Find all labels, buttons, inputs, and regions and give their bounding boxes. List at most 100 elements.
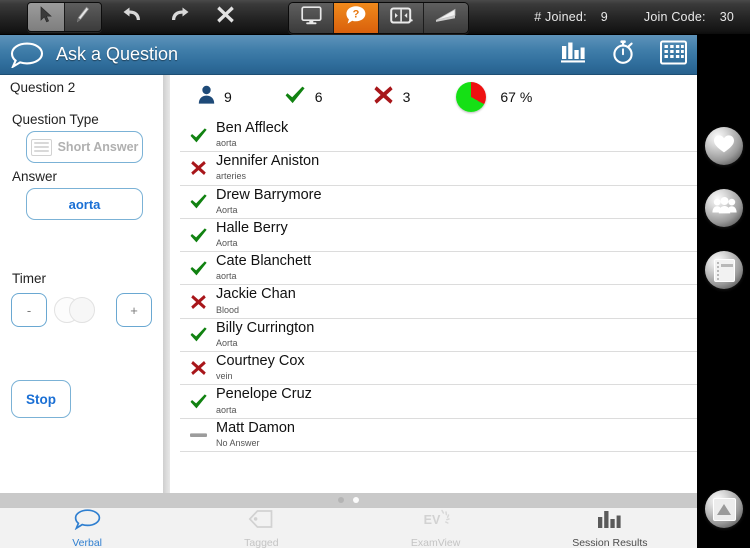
student-answer: vein <box>216 371 233 382</box>
results-panel: 9 6 3 67 % Ben Affleck aorta Jennifer Anis… <box>170 75 697 493</box>
stopwatch-icon <box>610 39 636 70</box>
tag-icon <box>248 509 274 535</box>
undo-button[interactable] <box>116 3 150 31</box>
question-type-value: Short Answer <box>57 140 139 154</box>
question-settings-panel: Question 2 Question Type Short Answer An… <box>0 75 163 493</box>
bar-chart-icon <box>560 40 586 69</box>
student-answer: arteries <box>216 171 247 182</box>
answer-label: Answer <box>12 169 58 184</box>
tab-label: ExamView <box>410 536 461 548</box>
tab-label: Verbal <box>72 536 103 548</box>
x-icon <box>373 85 394 110</box>
timer-decrease-button[interactable]: - <box>11 293 47 327</box>
timer-increase-button[interactable]: + <box>116 293 152 327</box>
heart-icon <box>713 134 735 159</box>
student-name: Jackie Chan <box>216 286 296 303</box>
top-toolbar: ? # Joined: 9 Join Code: 30 <box>0 0 750 35</box>
examview-icon: EV <box>421 509 451 535</box>
clear-button[interactable] <box>208 3 242 31</box>
list-row-empty <box>180 452 697 493</box>
timer-button[interactable] <box>610 39 636 70</box>
page-indicator <box>0 493 697 507</box>
stat-joined: 9 <box>198 85 232 110</box>
student-answer: No Answer <box>216 437 260 448</box>
student-name: Halle Berry <box>216 219 288 236</box>
student-name: Billy Currington <box>216 319 315 336</box>
bar-chart-button[interactable] <box>560 40 586 69</box>
table-row[interactable]: Jennifer Aniston arteries <box>180 152 697 186</box>
split-mode-button[interactable] <box>379 3 424 33</box>
tab-verbal[interactable]: Verbal <box>0 508 174 548</box>
table-row[interactable]: Matt Damon No Answer <box>180 419 697 452</box>
speech-bubble-icon <box>10 42 44 68</box>
groups-button[interactable] <box>705 189 743 227</box>
notes-button[interactable] <box>705 251 743 289</box>
app-window: ? # Joined: 9 Join Code: 30 Ask a Questi… <box>0 0 750 548</box>
svg-text:EV: EV <box>423 513 440 527</box>
person-icon <box>198 85 215 110</box>
favorites-button[interactable] <box>705 127 743 165</box>
screen-mode-button[interactable] <box>289 3 334 33</box>
x-icon <box>184 360 212 376</box>
table-row[interactable]: Ben Affleck aorta <box>180 119 697 153</box>
student-name: Matt Damon <box>216 419 295 436</box>
bar-chart-icon <box>596 509 623 535</box>
select-tool[interactable] <box>28 3 65 31</box>
table-row[interactable]: Billy Currington Aorta <box>180 319 697 353</box>
question-mode-button[interactable]: ? <box>334 3 379 33</box>
stat-correct: 6 <box>284 85 323 110</box>
answer-value: aorta <box>68 196 101 212</box>
table-row[interactable]: Halle Berry Aorta <box>180 219 697 253</box>
x-icon <box>184 294 212 310</box>
monitor-icon <box>300 6 322 30</box>
cursor-arrow-icon <box>40 6 53 28</box>
timer-controls: - + <box>0 291 163 331</box>
check-icon <box>184 393 212 410</box>
split-view-icon <box>389 6 413 30</box>
student-name: Cate Blanchett <box>216 253 312 270</box>
student-answer: aorta <box>216 138 237 149</box>
tab-examview[interactable]: EV ExamView <box>349 508 523 548</box>
eject-button[interactable] <box>705 490 743 528</box>
svg-text:?: ? <box>353 9 360 21</box>
toggle-knob-right <box>69 297 95 323</box>
stop-button[interactable]: Stop <box>11 380 71 418</box>
joined-label: # Joined: <box>534 10 587 24</box>
header-actions <box>560 35 687 74</box>
table-row[interactable]: Cate Blanchett aorta <box>180 252 697 286</box>
mode-toggle-group: ? <box>288 2 469 34</box>
bottom-tab-bar: Verbal Tagged EV ExamView Session Result… <box>0 507 697 548</box>
check-icon <box>184 326 212 343</box>
responses-list[interactable]: Ben Affleck aorta Jennifer Aniston arteries… <box>170 119 697 493</box>
joined-count: 9 <box>224 89 232 105</box>
grid-button[interactable] <box>660 40 687 70</box>
tab-tagged[interactable]: Tagged <box>174 508 348 548</box>
table-row[interactable]: Drew Barrymore Aorta <box>180 186 697 219</box>
page-dot[interactable] <box>338 497 344 503</box>
student-answer: aorta <box>216 404 237 415</box>
panel-divider <box>163 75 170 493</box>
notebook-icon <box>713 258 735 282</box>
answer-field[interactable]: aorta <box>26 188 143 220</box>
percent-value: 67 % <box>500 89 533 105</box>
student-name: Penelope Cruz <box>216 386 312 403</box>
page-header: Ask a Question <box>0 35 697 75</box>
redo-button[interactable] <box>162 3 196 31</box>
timer-label: Timer <box>12 271 46 286</box>
tab-label: Tagged <box>244 536 279 548</box>
slide-mode-button[interactable] <box>424 3 468 33</box>
table-row[interactable]: Jackie Chan Blood <box>180 285 697 319</box>
check-icon <box>184 260 212 277</box>
timer-toggle[interactable] <box>54 297 96 323</box>
student-answer: Aorta <box>216 204 238 215</box>
correct-count: 6 <box>314 89 323 105</box>
tab-session-results[interactable]: Session Results <box>523 508 697 548</box>
join-code-label: Join Code: <box>643 10 706 24</box>
table-row[interactable]: Penelope Cruz aorta <box>180 385 697 419</box>
check-icon <box>184 127 212 144</box>
page-dot[interactable] <box>353 497 359 503</box>
table-row[interactable]: Courtney Cox vein <box>180 352 697 386</box>
pen-tool[interactable] <box>65 3 101 31</box>
grid-keypad-icon <box>660 40 687 70</box>
question-type-select[interactable]: Short Answer <box>26 131 143 163</box>
